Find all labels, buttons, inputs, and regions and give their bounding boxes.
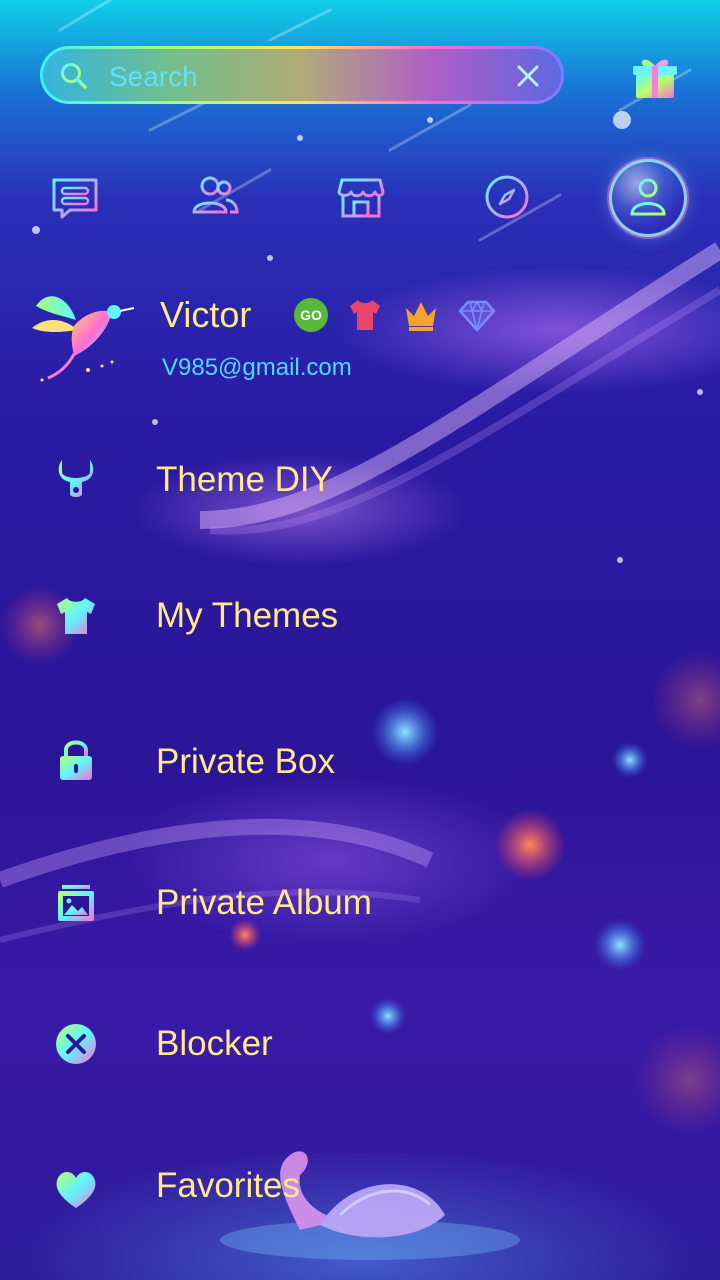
menu-label: Theme DIY <box>156 460 333 499</box>
profile-email: V985@gmail.com <box>162 354 352 381</box>
discover-icon[interactable] <box>482 172 532 222</box>
album-icon <box>58 885 94 921</box>
menu-label: Favorites <box>156 1166 300 1205</box>
diamond-icon <box>458 300 496 332</box>
menu-item-blocker[interactable]: Blocker <box>0 1004 720 1084</box>
contacts-icon[interactable] <box>190 172 240 222</box>
search-icon <box>61 63 87 89</box>
profile-name[interactable]: Victor <box>160 294 251 336</box>
menu-label: Private Album <box>156 883 372 922</box>
shirt-icon <box>57 598 95 634</box>
menu-label: Private Box <box>156 742 335 781</box>
messages-icon[interactable] <box>50 172 100 222</box>
menu-item-favorites[interactable]: Favorites <box>0 1146 720 1226</box>
menu-item-private-album[interactable]: Private Album <box>0 863 720 943</box>
lock-icon <box>60 740 92 780</box>
block-icon <box>56 1024 96 1064</box>
theme-shirt-icon <box>350 300 380 330</box>
search-input[interactable] <box>107 59 491 95</box>
go-badge-icon: GO <box>294 298 328 332</box>
menu-item-theme-diy[interactable]: Theme DIY <box>0 440 720 520</box>
search-bar[interactable] <box>40 46 564 104</box>
store-icon[interactable] <box>336 172 386 222</box>
wrench-icon <box>58 460 94 497</box>
svg-text:GO: GO <box>300 307 322 323</box>
menu-item-my-themes[interactable]: My Themes <box>0 576 720 656</box>
close-icon[interactable] <box>515 63 541 89</box>
menu-label: Blocker <box>156 1024 273 1063</box>
menu-item-private-box[interactable]: Private Box <box>0 722 720 802</box>
menu-label: My Themes <box>156 596 339 635</box>
gift-icon[interactable] <box>630 52 680 102</box>
profile-tab[interactable] <box>612 162 684 234</box>
heart-icon <box>56 1172 96 1208</box>
crown-icon <box>406 302 436 331</box>
profile-icon <box>630 178 666 216</box>
hummingbird-avatar[interactable] <box>28 286 138 386</box>
